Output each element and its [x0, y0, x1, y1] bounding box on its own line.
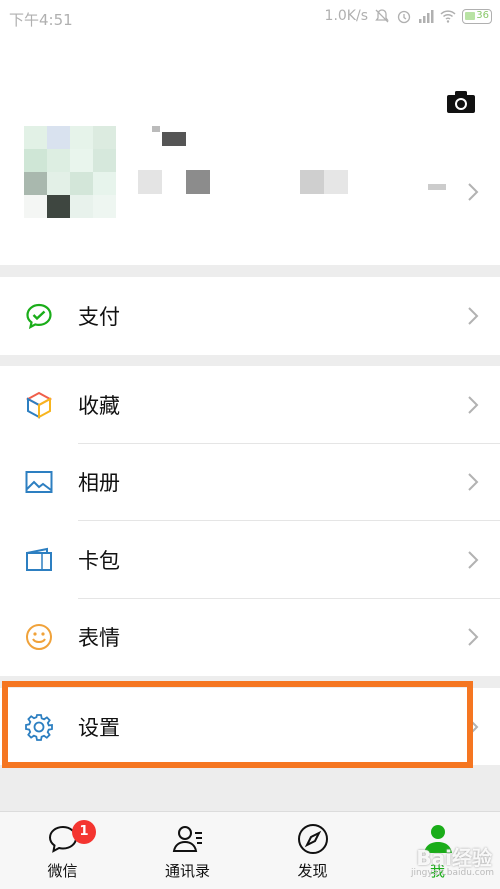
tab-label: 通讯录 [164, 862, 210, 880]
chevron-right-icon [468, 628, 479, 646]
alarm-icon [397, 10, 411, 24]
wechat-pay-icon [26, 303, 52, 329]
tab-me[interactable]: 我 Bai经验 jingyan.baidu.com [375, 812, 500, 889]
tab-discover[interactable]: 发现 [250, 812, 375, 889]
compass-icon [297, 824, 328, 854]
wifi-icon [440, 10, 456, 23]
chevron-right-icon [468, 307, 479, 325]
menu-item-stickers[interactable]: 表情 [0, 599, 500, 677]
menu-group-pay: 支付 [0, 277, 500, 355]
tab-contacts[interactable]: 通讯录 [125, 812, 250, 889]
unread-badge: 1 [72, 820, 96, 844]
watermark-url: jingyan.baidu.com [410, 868, 494, 878]
profile-header[interactable] [0, 36, 500, 265]
status-time: 下午4:51 [9, 11, 73, 29]
menu-label: 相册 [78, 471, 120, 496]
tab-chats[interactable]: 1 微信 [0, 812, 125, 889]
menu-label: 支付 [78, 304, 120, 329]
card-wallet-icon [26, 547, 52, 571]
avatar[interactable] [24, 126, 116, 218]
sticker-smile-icon [26, 624, 52, 651]
tab-label: 微信 [47, 862, 78, 880]
menu-label: 收藏 [78, 393, 120, 418]
battery-indicator: 36 [462, 8, 492, 24]
watermark-logo: Bai经验 [416, 846, 492, 870]
chevron-right-icon [468, 551, 479, 569]
highlight-annotation-box [2, 681, 473, 768]
chevron-right-icon [468, 473, 479, 491]
menu-item-pay[interactable]: 支付 [0, 277, 500, 355]
status-bar: 下午4:51 1.0K/s 36 [0, 0, 500, 36]
favorites-cube-icon [25, 391, 53, 419]
bottom-tab-bar: 1 微信 通讯录 发现 我 Bai经验 jingyan.baidu.com [0, 811, 500, 889]
menu-item-album[interactable]: 相册 [0, 444, 500, 521]
album-icon [25, 471, 53, 494]
signal-icon [419, 10, 434, 23]
chevron-right-icon [468, 183, 479, 201]
menu-label: 卡包 [78, 548, 120, 573]
tab-label: 发现 [297, 862, 328, 880]
menu-item-card-wallet[interactable]: 卡包 [0, 521, 500, 599]
chevron-right-icon [468, 396, 479, 414]
menu-item-favorites[interactable]: 收藏 [0, 366, 500, 444]
qr-code-blurred[interactable] [428, 184, 446, 190]
camera-icon[interactable] [446, 90, 476, 114]
menu-group-collections: 收藏 相册 卡包 表情 [0, 366, 500, 676]
mute-bell-icon [375, 9, 389, 23]
status-indicators: 1.0K/s 36 [325, 8, 492, 24]
menu-label: 表情 [78, 626, 120, 651]
contacts-icon [172, 826, 202, 852]
wechat-id-blurred [138, 170, 353, 194]
network-speed: 1.0K/s [324, 8, 368, 24]
nickname-blurred [152, 126, 186, 146]
